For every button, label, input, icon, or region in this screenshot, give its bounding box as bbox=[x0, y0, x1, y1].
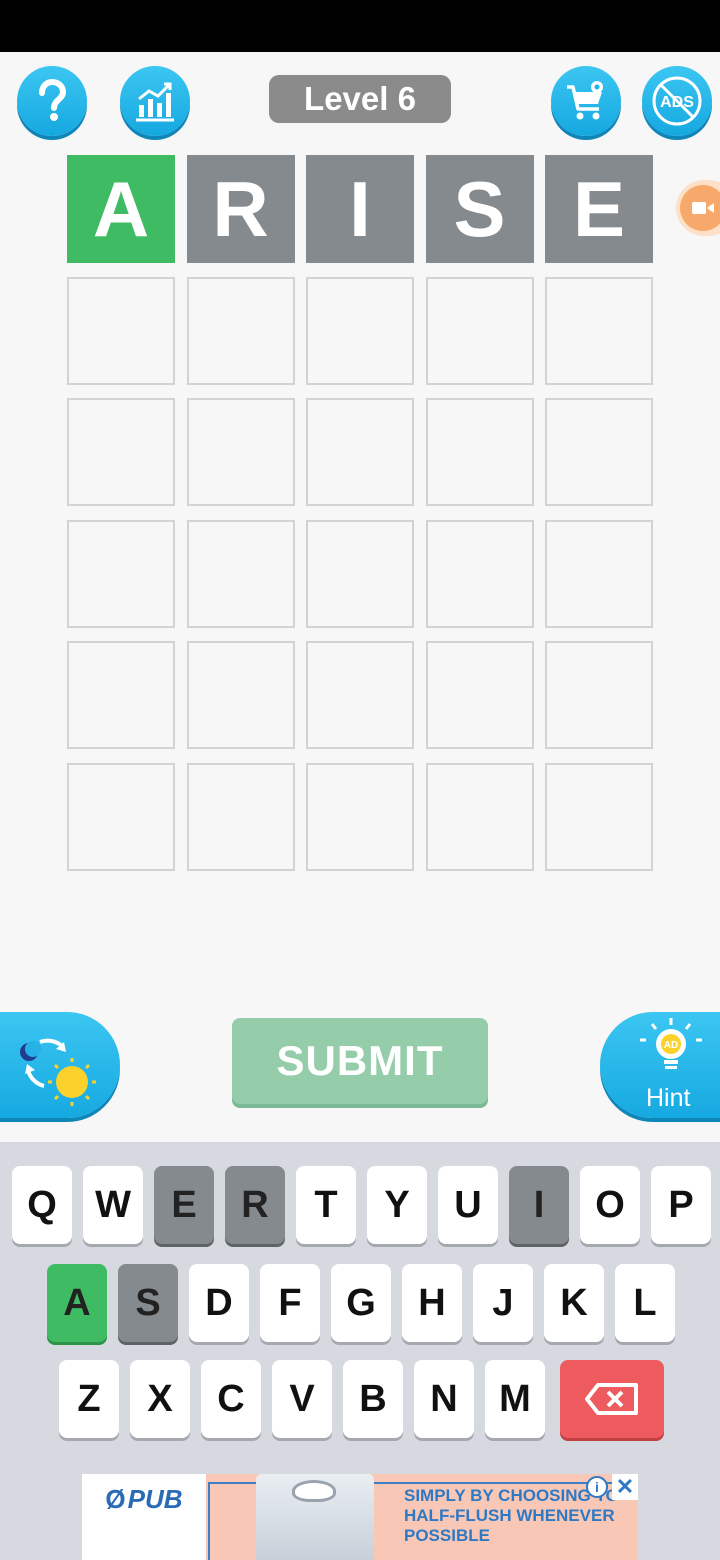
board-tile: S bbox=[425, 155, 534, 263]
board-tile bbox=[425, 398, 534, 506]
key-j[interactable]: J bbox=[473, 1264, 533, 1342]
toilet-flush-button bbox=[292, 1480, 336, 1502]
video-reward-button[interactable] bbox=[676, 180, 720, 236]
board-tile bbox=[186, 641, 295, 749]
backspace-key[interactable] bbox=[560, 1360, 664, 1438]
board-tile: R bbox=[186, 155, 295, 263]
ads-icon-text: ADS bbox=[660, 94, 694, 111]
board-tile bbox=[67, 762, 175, 871]
help-button[interactable] bbox=[17, 66, 87, 136]
game-board: ARISE bbox=[67, 155, 653, 871]
key-l[interactable]: L bbox=[615, 1264, 675, 1342]
ad-brand-logo: Ø PUB bbox=[82, 1474, 206, 1560]
key-e[interactable]: E bbox=[154, 1166, 214, 1244]
board-tile bbox=[545, 398, 653, 506]
board-tile bbox=[425, 641, 534, 749]
key-r[interactable]: R bbox=[225, 1166, 285, 1244]
board-tile bbox=[545, 641, 653, 749]
hint-button[interactable]: AD Hint bbox=[600, 1012, 720, 1118]
board-tile bbox=[186, 519, 295, 628]
bar-chart-icon bbox=[136, 82, 174, 122]
level-indicator: Level 6 bbox=[269, 75, 451, 123]
backspace-icon bbox=[585, 1383, 638, 1415]
ads-icon: ADS bbox=[652, 76, 702, 126]
ad-brand-text: PUB bbox=[127, 1484, 183, 1514]
status-bar bbox=[0, 0, 720, 52]
board-tile bbox=[545, 762, 653, 871]
board-tile: I bbox=[306, 155, 414, 263]
key-f[interactable]: F bbox=[260, 1264, 320, 1342]
key-u[interactable]: U bbox=[438, 1166, 498, 1244]
board-tile: A bbox=[67, 155, 175, 263]
hint-ad-badge: AD bbox=[664, 1040, 678, 1051]
key-o[interactable]: O bbox=[580, 1166, 640, 1244]
board-tile bbox=[425, 519, 534, 628]
toilet-image bbox=[256, 1474, 374, 1560]
key-m[interactable]: M bbox=[485, 1360, 545, 1438]
board-tile bbox=[67, 641, 175, 749]
key-w[interactable]: W bbox=[83, 1166, 143, 1244]
board-tile bbox=[67, 276, 175, 385]
key-k[interactable]: K bbox=[544, 1264, 604, 1342]
day-night-icon bbox=[20, 1038, 96, 1106]
key-b[interactable]: B bbox=[343, 1360, 403, 1438]
key-n[interactable]: N bbox=[414, 1360, 474, 1438]
hint-label: Hint bbox=[646, 1084, 691, 1112]
lightbulb-icon: AD bbox=[640, 1018, 702, 1069]
key-g[interactable]: G bbox=[331, 1264, 391, 1342]
theme-toggle-button[interactable] bbox=[0, 1012, 120, 1118]
key-h[interactable]: H bbox=[402, 1264, 462, 1342]
board-tile bbox=[67, 398, 175, 506]
board-tile bbox=[306, 762, 414, 871]
board-tile bbox=[425, 762, 534, 871]
key-p[interactable]: P bbox=[651, 1166, 711, 1244]
key-i[interactable]: I bbox=[509, 1166, 569, 1244]
board-tile bbox=[306, 519, 414, 628]
shop-button[interactable] bbox=[551, 66, 621, 136]
board-tile bbox=[306, 641, 414, 749]
ad-close-icon[interactable]: ✕ bbox=[612, 1474, 638, 1500]
key-d[interactable]: D bbox=[189, 1264, 249, 1342]
board-tile bbox=[186, 762, 295, 871]
shopping-cart-icon bbox=[567, 81, 603, 120]
board-tile bbox=[306, 398, 414, 506]
board-tile bbox=[186, 398, 295, 506]
key-a[interactable]: A bbox=[47, 1264, 107, 1342]
key-z[interactable]: Z bbox=[59, 1360, 119, 1438]
key-c[interactable]: C bbox=[201, 1360, 261, 1438]
water-drop-icon: Ø bbox=[105, 1484, 126, 1514]
board-tile bbox=[545, 519, 653, 628]
board-tile bbox=[306, 276, 414, 385]
key-t[interactable]: T bbox=[296, 1166, 356, 1244]
key-y[interactable]: Y bbox=[367, 1166, 427, 1244]
board-tile bbox=[545, 276, 653, 385]
board-tile bbox=[67, 519, 175, 628]
submit-button[interactable]: SUBMIT bbox=[232, 1018, 488, 1104]
stats-button[interactable] bbox=[120, 66, 190, 136]
question-icon bbox=[39, 79, 67, 121]
key-v[interactable]: V bbox=[272, 1360, 332, 1438]
ad-banner[interactable]: Ø PUB SIMPLY BY CHOOSING TO HALF-FLUSH WH… bbox=[82, 1474, 638, 1560]
board-tile bbox=[186, 276, 295, 385]
game-screen: Level 6 ADS ARISE SUBMIT AD Hint Q W E R… bbox=[0, 0, 720, 1560]
ad-info-icon[interactable]: i bbox=[586, 1476, 608, 1498]
video-camera-icon bbox=[680, 185, 720, 231]
remove-ads-button[interactable]: ADS bbox=[642, 66, 712, 136]
board-tile: E bbox=[545, 155, 653, 263]
key-q[interactable]: Q bbox=[12, 1166, 72, 1244]
key-s[interactable]: S bbox=[118, 1264, 178, 1342]
key-x[interactable]: X bbox=[130, 1360, 190, 1438]
board-tile bbox=[425, 276, 534, 385]
